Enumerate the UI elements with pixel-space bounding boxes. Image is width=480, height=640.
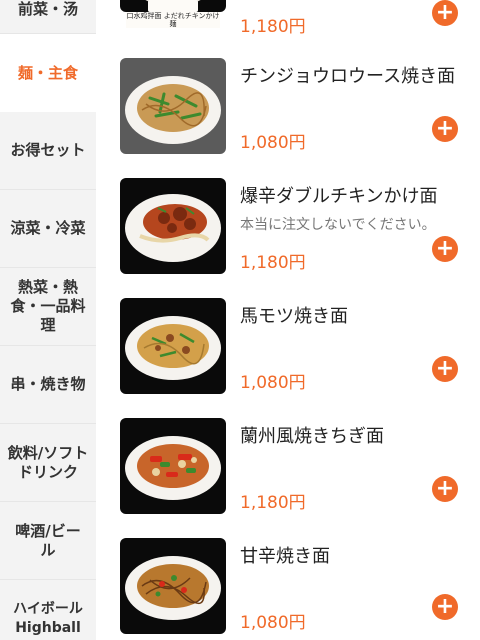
item-name: 甘辛焼き面 [240,546,330,567]
item-name: 爆辛ダブルチキンかけ面 [240,186,438,207]
menu-item[interactable]: チンジョウロウース焼き面 1,080円 + [96,58,480,178]
item-price: 1,180円 [240,17,306,37]
item-price: 1,080円 [240,133,306,153]
menu-item[interactable]: 馬モツ焼き面 1,080円 + [96,298,480,418]
item-name: チンジョウロウース焼き面 [240,66,456,87]
item-price: 1,180円 [240,253,306,273]
item-price: 1,180円 [240,493,306,513]
sidebar-item-label: 涼菜・冷菜 [10,219,86,237]
sidebar-item-label: 熱菜・熱食・一品料理 [10,278,86,334]
sidebar-item-label: お得セット [10,141,86,159]
sidebar-item-label: ハイボール Highball [13,600,83,636]
sidebar-item-highball[interactable]: ハイボール Highball [0,580,96,640]
sidebar-item-hot-dish[interactable]: 熱菜・熱食・一品料理 [0,268,96,346]
sidebar-item-set[interactable]: お得セット [0,112,96,190]
sidebar-item-label: 啤酒/ビール [15,521,81,559]
sidebar-item-label: 飲料/ソフトドリンク [7,443,89,481]
item-price: 1,080円 [240,373,306,393]
sidebar-item-label: 麺・主食 [17,63,78,82]
item-price: 1,080円 [240,613,306,633]
dish-banner: 口水鸡拌面 よだれチキンかけ麺 [126,12,220,28]
plus-circle-icon[interactable]: + [432,594,458,620]
sidebar-item-label: 前菜・汤 [17,0,78,18]
dish-image [120,0,226,12]
plus-circle-icon[interactable]: + [432,116,458,142]
dish-image [120,538,226,634]
plus-circle-icon[interactable]: + [432,356,458,382]
sidebar-item-noodles[interactable]: 麺・主食 [0,34,96,112]
item-name: 蘭州風焼きちぎ面 [240,426,384,447]
sidebar-item-cold-dish[interactable]: 涼菜・冷菜 [0,190,96,268]
sidebar-item-beer[interactable]: 啤酒/ビール [0,502,96,580]
sidebar-item-soft-drinks[interactable]: 飲料/ソフトドリンク [0,424,96,502]
sidebar-item-appetizer[interactable]: 前菜・汤 [0,0,96,34]
dish-image [120,178,226,274]
dish-image [120,418,226,514]
item-note: 本当に注文しないでください。 [240,217,436,233]
sidebar-item-skewers[interactable]: 串・焼き物 [0,346,96,424]
item-name: 馬モツ焼き面 [240,306,348,327]
dish-image [120,58,226,154]
plus-circle-icon[interactable]: + [432,236,458,262]
dish-image [120,298,226,394]
menu-item[interactable]: 甘辛焼き面 1,080円 + [96,538,480,640]
plus-circle-icon[interactable]: + [432,476,458,502]
menu-item[interactable]: 口水鸡拌面 よだれチキンかけ麺 1,180円 + [96,0,480,37]
menu-item[interactable]: 蘭州風焼きちぎ面 1,180円 + [96,418,480,538]
category-sidebar: 前菜・汤 麺・主食 お得セット 涼菜・冷菜 熱菜・熱食・一品料理 串・焼き物 飲… [0,0,96,640]
menu-item[interactable]: 爆辛ダブルチキンかけ面 本当に注文しないでください。 1,180円 + [96,178,480,298]
plus-circle-icon[interactable]: + [432,0,458,26]
sidebar-item-label: 串・焼き物 [10,375,86,393]
